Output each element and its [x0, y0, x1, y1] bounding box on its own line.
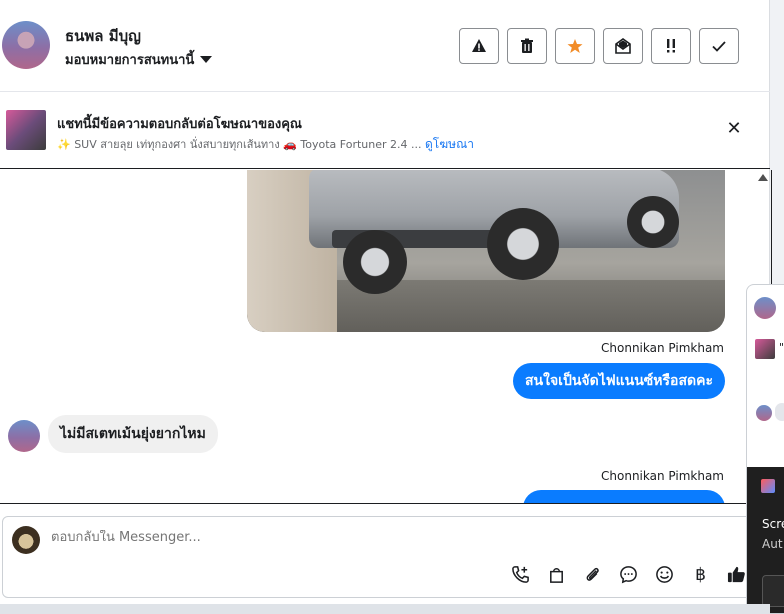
side-chat-panel: " Scre Aut	[746, 284, 784, 614]
delete-button[interactable]	[507, 28, 547, 64]
app-icon	[761, 479, 775, 493]
ad-reply-banner: แชทนี้มีข้อความตอบกลับต่อโฆษณาของคุณ ✨ S…	[0, 93, 770, 169]
check-icon	[712, 41, 726, 52]
assign-label: มอบหมายการสนทนานี้	[65, 53, 195, 68]
notification-subtitle: Aut	[762, 537, 783, 551]
notification-button[interactable]	[762, 575, 784, 607]
reply-composer: ฿	[2, 516, 770, 598]
priority-icon	[667, 39, 675, 53]
star-icon	[567, 39, 583, 53]
mark-unread-button[interactable]	[603, 28, 643, 64]
outgoing-message[interactable]: สนใจเป็นจัดไฟแนนซ์หรือสดคะ	[513, 363, 725, 399]
emoji-button[interactable]	[655, 565, 674, 584]
priority-button[interactable]	[651, 28, 691, 64]
message-list[interactable]: Chonnikan Pimkham สนใจเป็นจัดไฟแนนซ์หรือ…	[0, 170, 772, 504]
ad-text: ✨ SUV สายลุย เท่ทุกองศา นั่งสบายทุกเส้นท…	[57, 138, 422, 151]
scroll-up-arrow-icon[interactable]	[758, 174, 768, 181]
rear-right-wheel-shape	[487, 208, 559, 280]
side-small-avatar	[756, 405, 772, 421]
mark-done-button[interactable]	[699, 28, 739, 64]
screen-sharing-notification: Scre Aut	[747, 467, 784, 613]
conversation-panel: ธนพล มีบุญ มอบหมายการสนทนานี้ แชทนี้มีข้…	[0, 0, 772, 614]
trash-icon	[521, 38, 533, 53]
sender-name: Chonnikan Pimkham	[601, 341, 724, 355]
star-button[interactable]	[555, 28, 595, 64]
emoji-icon	[656, 566, 673, 583]
warning-icon	[472, 39, 486, 52]
car-image-attachment[interactable]	[247, 170, 725, 332]
assign-dropdown[interactable]: มอบหมายการสนทนานี้	[65, 49, 213, 70]
bottom-strip	[0, 604, 770, 614]
caret-down-icon	[200, 56, 213, 63]
rear-left-wheel-shape	[343, 230, 407, 294]
saved-replies-button[interactable]	[619, 565, 638, 584]
like-button[interactable]	[727, 565, 746, 584]
baht-icon: ฿	[695, 564, 706, 585]
side-quote-mark: "	[779, 341, 784, 354]
messenger-inbox: ธนพล มีบุญ มอบหมายการสนทนานี้ แชทนี้มีข้…	[0, 0, 784, 614]
front-wheel-shape	[627, 196, 679, 248]
side-typing-bubble	[775, 403, 784, 421]
thumbs-up-icon	[727, 566, 745, 583]
attach-button[interactable]	[583, 565, 602, 584]
close-icon[interactable]: ✕	[726, 120, 742, 138]
composer-tools: ฿	[511, 564, 746, 585]
banner-title: แชทนี้มีข้อความตอบกลับต่อโฆษณาของคุณ	[57, 117, 302, 132]
ad-thumbnail[interactable]	[6, 110, 46, 150]
user-avatar[interactable]	[2, 21, 50, 69]
banner-subtitle: ✨ SUV สายลุย เท่ทุกองศา นั่งสบายทุกเส้นท…	[57, 135, 474, 154]
incoming-message[interactable]: ไม่มีสเตทเม้นยุ่งยากไหม	[48, 415, 218, 453]
page-avatar	[12, 526, 40, 554]
conversation-header: ธนพล มีบุญ มอบหมายการสนทนานี้	[0, 0, 770, 92]
mark-spam-button[interactable]	[459, 28, 499, 64]
side-ad-thumbnail[interactable]	[755, 339, 775, 359]
shop-button[interactable]	[547, 565, 566, 584]
header-actions	[459, 28, 739, 64]
contact-avatar[interactable]	[8, 420, 40, 452]
side-contact-avatar[interactable]	[754, 297, 776, 319]
payment-button[interactable]: ฿	[691, 564, 710, 585]
user-name[interactable]: ธนพล มีบุญ	[65, 24, 141, 48]
call-add-button[interactable]	[511, 565, 530, 584]
view-ad-link[interactable]: ดูโฆษณา	[425, 137, 474, 151]
chat-bubble-icon	[620, 566, 637, 584]
sender-name: Chonnikan Pimkham	[601, 469, 724, 483]
call-add-icon	[512, 566, 529, 583]
shopping-bag-icon	[550, 568, 563, 583]
reply-input[interactable]	[51, 530, 651, 545]
paperclip-icon	[586, 567, 599, 581]
notification-title: Scre	[762, 517, 784, 531]
outgoing-message-partial[interactable]	[523, 490, 725, 503]
open-envelope-icon	[615, 38, 631, 54]
